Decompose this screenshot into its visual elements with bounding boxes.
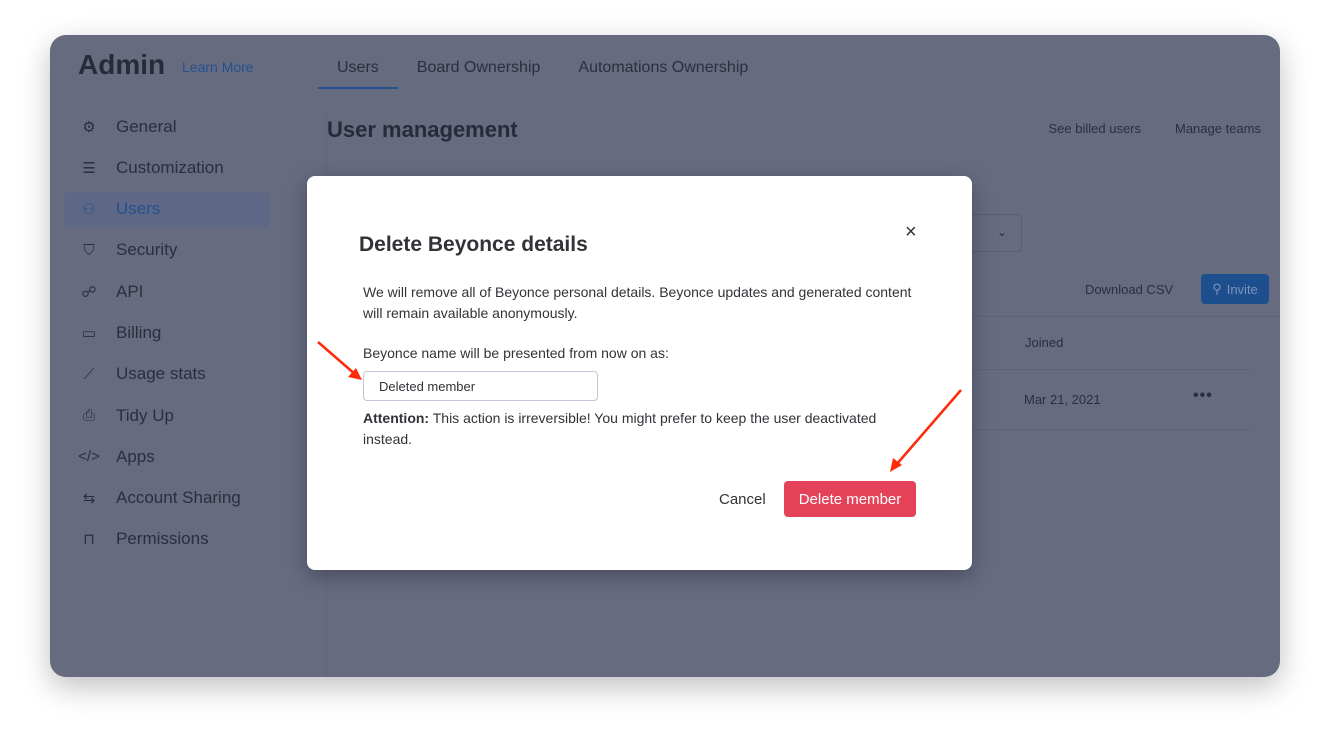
tab-users[interactable]: Users (318, 57, 398, 89)
name-label: Beyonce name will be presented from now … (363, 345, 669, 361)
tab-board-ownership[interactable]: Board Ownership (398, 57, 560, 89)
page-title: User management (327, 117, 518, 142)
modal-title: Delete Beyonce details (359, 233, 588, 256)
admin-title: Admin (78, 49, 166, 80)
sidebar-item-permissions[interactable]: ⊓ Permissions (64, 522, 270, 557)
download-csv-button[interactable]: Download CSV (1085, 282, 1173, 297)
more-options-icon[interactable]: ••• (1193, 387, 1213, 405)
users-table (950, 316, 1280, 431)
close-icon[interactable]: × (905, 221, 917, 244)
joined-date: Mar 21, 2021 (1024, 392, 1101, 407)
sidebar-item-api[interactable]: ☍ API (64, 274, 270, 309)
cancel-button[interactable]: Cancel (711, 481, 774, 517)
code-icon: </> (78, 448, 100, 466)
delete-details-modal: Delete Beyonce details × We will remove … (307, 176, 972, 570)
tab-automations-ownership[interactable]: Automations Ownership (559, 57, 767, 89)
manage-teams-link[interactable]: Manage teams (1175, 121, 1261, 136)
sidebar-item-security[interactable]: ⛉ Security (64, 233, 270, 268)
chevron-down-icon: ⌄ (996, 225, 1007, 239)
lock-icon: ⊓ (83, 531, 95, 549)
swap-icon: ⇆ (82, 490, 96, 508)
top-links: See billed users Manage teams (1049, 121, 1262, 136)
sidebar-item-customization[interactable]: ☰ Customization (64, 150, 270, 185)
sidebar-item-account-sharing[interactable]: ⇆ Account Sharing (64, 481, 270, 516)
sidebar-item-users[interactable]: ⚇ Users (64, 191, 270, 227)
delete-member-button[interactable]: Delete member (784, 481, 916, 517)
add-user-icon: ⚲ (1212, 281, 1222, 296)
api-icon: ☍ (81, 283, 97, 301)
see-billed-users-link[interactable]: See billed users (1049, 121, 1142, 136)
gear-icon: ⚙ (82, 118, 96, 136)
tabs: Users Board Ownership Automations Owners… (318, 57, 767, 89)
invite-button[interactable]: ⚲ Invite (1201, 274, 1269, 304)
sidebar-item-tidy-up[interactable]: ⎙ Tidy Up (64, 398, 270, 433)
learn-more-link[interactable]: Learn More (182, 59, 254, 75)
sliders-icon: ☰ (82, 159, 96, 177)
sidebar-item-usage-stats[interactable]: ⟋ Usage stats (64, 357, 270, 392)
users-icon: ⚇ (82, 201, 96, 219)
sidebar-item-apps[interactable]: </> Apps (64, 439, 270, 474)
sidebar: ⚙ General ☰ Customization ⚇ Users ⛉ Security… (64, 109, 270, 563)
column-joined: Joined (1025, 335, 1064, 350)
row-divider (950, 369, 1250, 370)
replacement-name-input[interactable] (363, 371, 598, 401)
attention-text: Attention: This action is irreversible! … (363, 410, 877, 447)
card-icon: ▭ (81, 324, 97, 342)
sidebar-item-billing[interactable]: ▭ Billing (64, 315, 270, 350)
shredder-icon: ⎙ (82, 407, 95, 425)
shield-icon: ⛉ (83, 241, 95, 259)
modal-description: We will remove all of Beyonce personal d… (363, 284, 912, 321)
chart-icon: ⟋ (83, 365, 95, 383)
sidebar-item-general[interactable]: ⚙ General (64, 109, 270, 144)
row-divider (950, 429, 1250, 430)
